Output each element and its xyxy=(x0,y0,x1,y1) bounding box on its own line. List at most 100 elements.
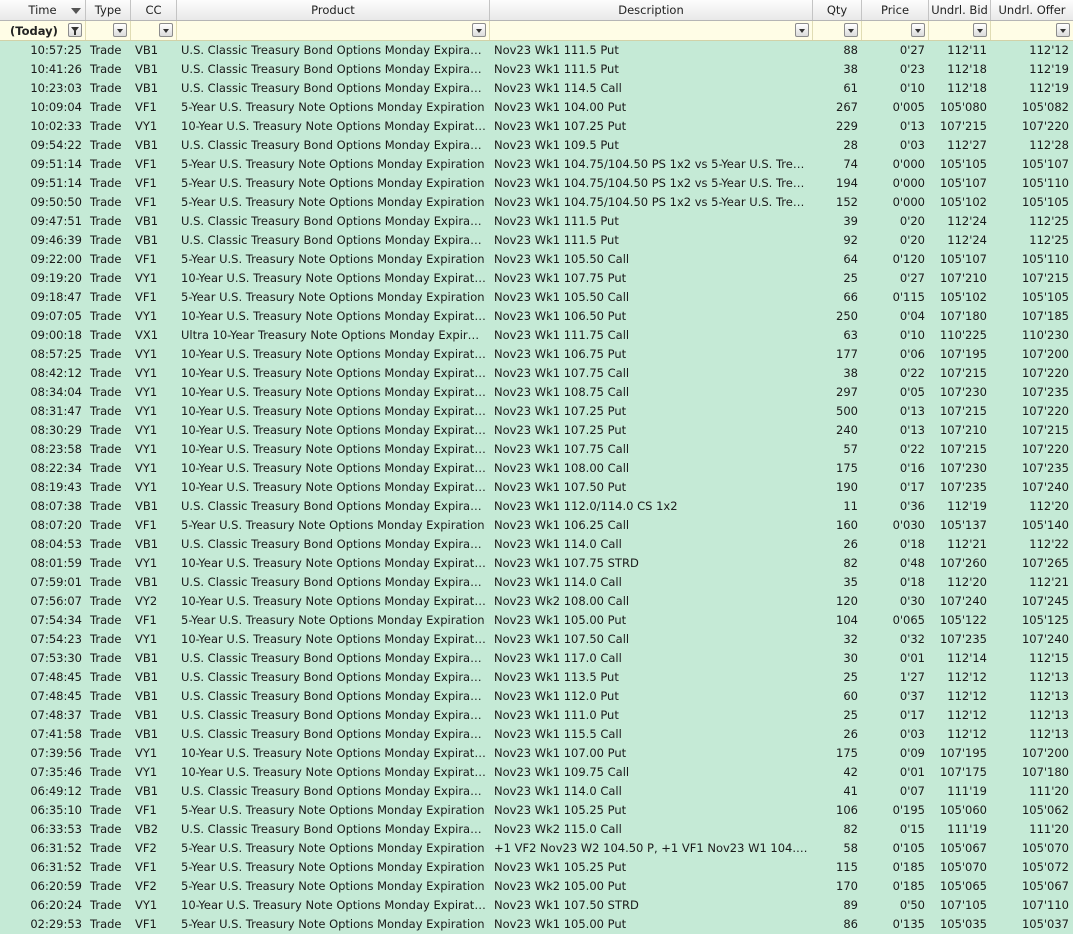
table-row[interactable]: 07:48:45 Trade VB1 U.S. Classic Treasury Bo… xyxy=(0,687,1073,706)
table-row[interactable]: 08:19:43 Trade VY1 10-Year U.S. Treasury No… xyxy=(0,478,1073,497)
cell-undrl-bid: 107'230 xyxy=(939,461,987,475)
column-header-qty[interactable]: Qty xyxy=(813,0,862,20)
cell-description: Nov23 Wk1 104.00 Put xyxy=(494,100,627,114)
cell-price: 0'18 xyxy=(899,575,925,589)
cell-time: 08:34:04 xyxy=(30,385,82,399)
cell-time: 07:41:58 xyxy=(30,727,82,741)
filter-cell-cc[interactable] xyxy=(131,21,177,40)
table-row[interactable]: 09:47:51 Trade VB1 U.S. Classic Treasury Bo… xyxy=(0,212,1073,231)
chevron-down-icon[interactable] xyxy=(159,23,173,37)
table-row[interactable]: 06:20:59 Trade VF2 5-Year U.S. Treasury Not… xyxy=(0,877,1073,896)
chevron-down-icon[interactable] xyxy=(911,23,925,37)
chevron-down-icon[interactable] xyxy=(844,23,858,37)
table-row[interactable]: 09:07:05 Trade VY1 10-Year U.S. Treasury No… xyxy=(0,307,1073,326)
table-row[interactable]: 08:01:59 Trade VY1 10-Year U.S. Treasury No… xyxy=(0,554,1073,573)
cell-price: 0'17 xyxy=(899,480,925,494)
table-row[interactable]: 09:00:18 Trade VX1 Ultra 10-Year Treasury N… xyxy=(0,326,1073,345)
cell-description: Nov23 Wk1 115.5 Call xyxy=(494,727,622,741)
cell-qty: 88 xyxy=(843,43,858,57)
chevron-down-icon[interactable] xyxy=(113,23,127,37)
table-row[interactable]: 07:48:45 Trade VB1 U.S. Classic Treasury Bo… xyxy=(0,668,1073,687)
table-row[interactable]: 09:51:14 Trade VF1 5-Year U.S. Treasury Not… xyxy=(0,155,1073,174)
cell-price: 0'13 xyxy=(899,423,925,437)
cell-undrl-bid: 107'210 xyxy=(939,423,987,437)
filter-cell-description[interactable] xyxy=(490,21,813,40)
table-row[interactable]: 09:46:39 Trade VB1 U.S. Classic Treasury Bo… xyxy=(0,231,1073,250)
funnel-filter-icon[interactable] xyxy=(68,23,82,37)
cell-product: 10-Year U.S. Treasury Note Options Monda… xyxy=(181,765,490,779)
table-row[interactable]: 06:33:53 Trade VB2 U.S. Classic Treasury Bo… xyxy=(0,820,1073,839)
table-row[interactable]: 09:50:50 Trade VF1 5-Year U.S. Treasury Not… xyxy=(0,193,1073,212)
table-row[interactable]: 08:30:29 Trade VY1 10-Year U.S. Treasury No… xyxy=(0,421,1073,440)
column-header-time[interactable]: Time xyxy=(0,0,86,20)
column-header-price[interactable]: Price xyxy=(862,0,929,20)
table-row[interactable]: 10:02:33 Trade VY1 10-Year U.S. Treasury No… xyxy=(0,117,1073,136)
table-row[interactable]: 10:41:26 Trade VB1 U.S. Classic Treasury Bo… xyxy=(0,60,1073,79)
chevron-down-icon[interactable] xyxy=(472,23,486,37)
cell-product: 10-Year U.S. Treasury Note Options Monda… xyxy=(181,119,490,133)
table-row[interactable]: 06:35:10 Trade VF1 5-Year U.S. Treasury Not… xyxy=(0,801,1073,820)
filter-cell-undrl-bid[interactable] xyxy=(929,21,991,40)
table-row[interactable]: 07:56:07 Trade VY2 10-Year U.S. Treasury No… xyxy=(0,592,1073,611)
table-row[interactable]: 07:41:58 Trade VB1 U.S. Classic Treasury Bo… xyxy=(0,725,1073,744)
table-row[interactable]: 09:22:00 Trade VF1 5-Year U.S. Treasury Not… xyxy=(0,250,1073,269)
column-header-product[interactable]: Product xyxy=(177,0,490,20)
table-row[interactable]: 08:07:38 Trade VB1 U.S. Classic Treasury Bo… xyxy=(0,497,1073,516)
chevron-down-icon[interactable] xyxy=(973,23,987,37)
cell-description: +1 VF2 Nov23 W2 104.50 P, +1 VF1 Nov23 W… xyxy=(494,841,813,855)
filter-cell-type[interactable] xyxy=(86,21,131,40)
table-row[interactable]: 10:09:04 Trade VF1 5-Year U.S. Treasury Not… xyxy=(0,98,1073,117)
table-row[interactable]: 09:19:20 Trade VY1 10-Year U.S. Treasury No… xyxy=(0,269,1073,288)
table-row[interactable]: 07:35:46 Trade VY1 10-Year U.S. Treasury No… xyxy=(0,763,1073,782)
table-row[interactable]: 06:31:52 Trade VF1 5-Year U.S. Treasury Not… xyxy=(0,858,1073,877)
cell-type: Trade xyxy=(90,328,122,342)
table-row[interactable]: 07:54:23 Trade VY1 10-Year U.S. Treasury No… xyxy=(0,630,1073,649)
filter-cell-time[interactable]: (Today) xyxy=(0,21,86,40)
cell-undrl-offer: 105'082 xyxy=(1021,100,1069,114)
table-row[interactable]: 08:22:34 Trade VY1 10-Year U.S. Treasury No… xyxy=(0,459,1073,478)
chevron-down-icon[interactable] xyxy=(1056,23,1070,37)
cell-description: Nov23 Wk1 105.50 Call xyxy=(494,252,630,266)
cell-price: 0'50 xyxy=(899,898,925,912)
table-row[interactable]: 07:53:30 Trade VB1 U.S. Classic Treasury Bo… xyxy=(0,649,1073,668)
table-row[interactable]: 10:23:03 Trade VB1 U.S. Classic Treasury Bo… xyxy=(0,79,1073,98)
filter-cell-qty[interactable] xyxy=(813,21,862,40)
table-row[interactable]: 02:29:53 Trade VF1 5-Year U.S. Treasury Not… xyxy=(0,915,1073,934)
table-row[interactable]: 06:20:24 Trade VY1 10-Year U.S. Treasury No… xyxy=(0,896,1073,915)
column-header-cc[interactable]: CC xyxy=(131,0,177,20)
table-row[interactable]: 08:04:53 Trade VB1 U.S. Classic Treasury Bo… xyxy=(0,535,1073,554)
table-row[interactable]: 06:49:12 Trade VB1 U.S. Classic Treasury Bo… xyxy=(0,782,1073,801)
cell-product: 5-Year U.S. Treasury Note Options Monday… xyxy=(181,860,485,874)
column-header-type[interactable]: Type xyxy=(86,0,131,20)
cell-undrl-bid: 105'102 xyxy=(939,195,987,209)
chevron-down-icon[interactable] xyxy=(795,23,809,37)
filter-cell-product[interactable] xyxy=(177,21,490,40)
table-row[interactable]: 09:51:14 Trade VF1 5-Year U.S. Treasury Not… xyxy=(0,174,1073,193)
table-row[interactable]: 07:48:37 Trade VB1 U.S. Classic Treasury Bo… xyxy=(0,706,1073,725)
table-row[interactable]: 07:54:34 Trade VF1 5-Year U.S. Treasury Not… xyxy=(0,611,1073,630)
table-row[interactable]: 08:42:12 Trade VY1 10-Year U.S. Treasury No… xyxy=(0,364,1073,383)
table-row[interactable]: 07:39:56 Trade VY1 10-Year U.S. Treasury No… xyxy=(0,744,1073,763)
cell-undrl-offer: 111'20 xyxy=(1029,784,1069,798)
table-row[interactable]: 09:54:22 Trade VB1 U.S. Classic Treasury Bo… xyxy=(0,136,1073,155)
table-row[interactable]: 09:18:47 Trade VF1 5-Year U.S. Treasury Not… xyxy=(0,288,1073,307)
cell-type: Trade xyxy=(90,613,122,627)
cell-qty: 74 xyxy=(843,157,858,171)
column-header-undrl-offer[interactable]: Undrl. Offer xyxy=(991,0,1073,20)
cell-product: 5-Year U.S. Treasury Note Options Monday… xyxy=(181,252,485,266)
table-row[interactable]: 08:31:47 Trade VY1 10-Year U.S. Treasury No… xyxy=(0,402,1073,421)
filter-cell-undrl-offer[interactable] xyxy=(991,21,1073,40)
table-row[interactable]: 08:07:20 Trade VF1 5-Year U.S. Treasury Not… xyxy=(0,516,1073,535)
table-row[interactable]: 08:57:25 Trade VY1 10-Year U.S. Treasury No… xyxy=(0,345,1073,364)
cell-cc: VB1 xyxy=(135,43,159,57)
table-row[interactable]: 10:57:25 Trade VB1 U.S. Classic Treasury Bo… xyxy=(0,41,1073,60)
table-row[interactable]: 08:23:58 Trade VY1 10-Year U.S. Treasury No… xyxy=(0,440,1073,459)
cell-qty: 160 xyxy=(836,518,858,532)
cell-product: 5-Year U.S. Treasury Note Options Monday… xyxy=(181,176,485,190)
table-row[interactable]: 06:31:52 Trade VF2 5-Year U.S. Treasury Not… xyxy=(0,839,1073,858)
table-row[interactable]: 07:59:01 Trade VB1 U.S. Classic Treasury Bo… xyxy=(0,573,1073,592)
table-row[interactable]: 08:34:04 Trade VY1 10-Year U.S. Treasury No… xyxy=(0,383,1073,402)
filter-cell-price[interactable] xyxy=(862,21,929,40)
column-header-undrl-bid[interactable]: Undrl. Bid xyxy=(929,0,991,20)
column-header-description[interactable]: Description xyxy=(490,0,813,20)
